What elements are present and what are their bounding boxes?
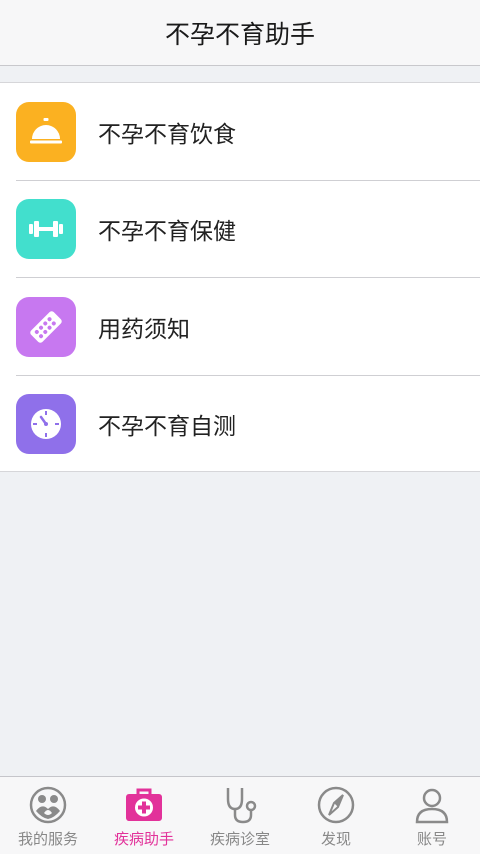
tab-label: 我的服务: [17, 830, 78, 848]
tab-bar: 我的服务 疾病助手 疾病诊室 发现 账号: [0, 776, 480, 854]
tab-my-services[interactable]: 我的服务: [0, 777, 96, 854]
medical-kit-icon: [126, 788, 162, 821]
page-title: 不孕不育助手: [164, 19, 315, 49]
menu-label: 不孕不育自测: [98, 414, 236, 441]
assistant-menu: 不孕不育饮食 不孕不育保健 用药须知 不孕不育自测: [0, 82, 480, 472]
user-icon: [415, 788, 449, 824]
tab-clinic[interactable]: 疾病诊室: [192, 777, 288, 854]
tab-label: 疾病助手: [113, 830, 174, 848]
menu-item-healthcare[interactable]: 不孕不育保健: [0, 181, 480, 278]
stethoscope-icon: [226, 788, 257, 824]
tab-disease-assistant[interactable]: 疾病助手: [96, 777, 192, 854]
tab-discover[interactable]: 发现: [288, 777, 384, 854]
menu-label: 不孕不育饮食: [98, 121, 236, 148]
tab-label: 账号: [416, 830, 447, 848]
pill-pack-icon: [16, 296, 76, 357]
tab-label: 疾病诊室: [209, 830, 270, 848]
menu-item-medication[interactable]: 用药须知: [0, 278, 480, 376]
compass-icon: [317, 786, 355, 824]
tab-label: 发现: [320, 830, 351, 848]
tab-account[interactable]: 账号: [384, 777, 480, 854]
menu-label: 不孕不育保健: [98, 219, 236, 246]
menu-item-self-test[interactable]: 不孕不育自测: [0, 376, 480, 474]
mother-baby-icon: [29, 786, 67, 824]
menu-item-diet[interactable]: 不孕不育饮食: [0, 83, 480, 181]
dumbbell-icon: [16, 199, 76, 260]
menu-label: 用药须知: [98, 316, 190, 343]
nav-bar: 不孕不育助手: [0, 0, 480, 66]
service-bell-icon: [16, 101, 76, 162]
stopwatch-icon: [16, 394, 76, 455]
